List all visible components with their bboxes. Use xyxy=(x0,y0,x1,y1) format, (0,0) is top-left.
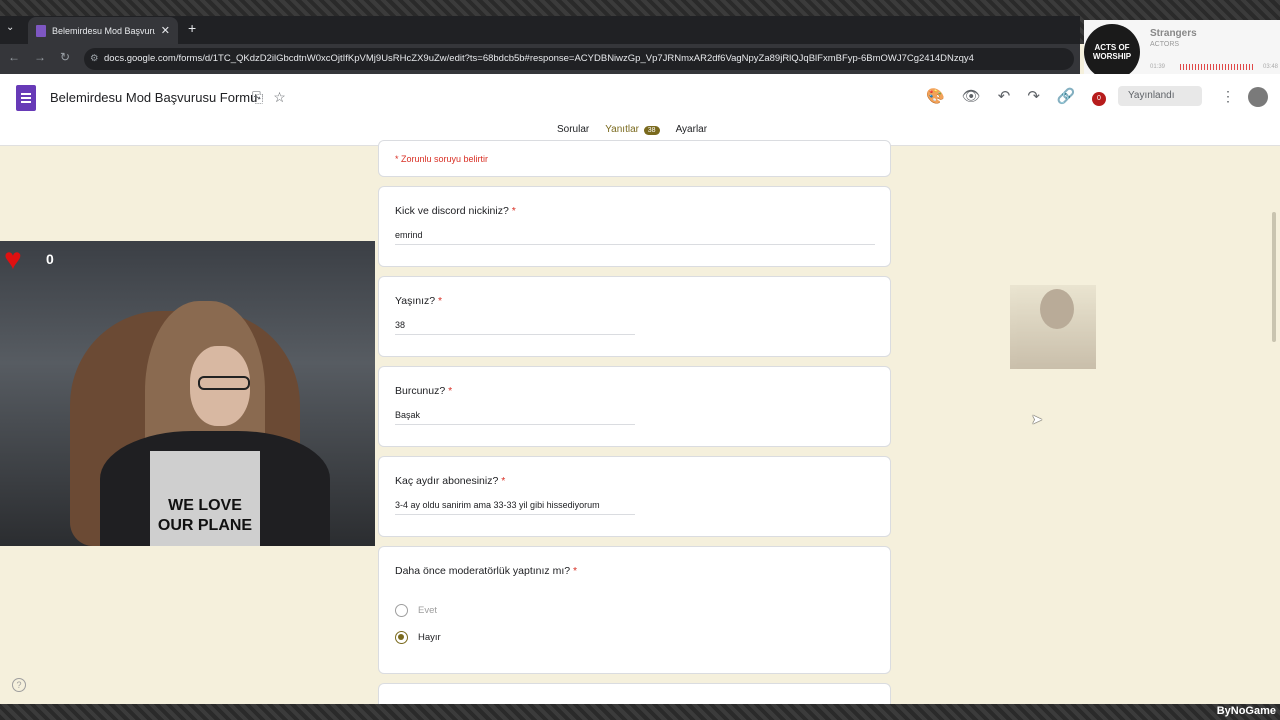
star-icon[interactable]: ☆ xyxy=(273,89,286,106)
question-label: Kaç aydır abonesiniz? * xyxy=(395,475,505,487)
question-label: Yaşınız? * xyxy=(395,295,442,307)
glasses-shape xyxy=(198,376,250,390)
redo-icon[interactable]: ↷ xyxy=(1027,87,1040,105)
question-text: Kaç aydır abonesiniz? xyxy=(395,475,499,487)
more-vert-icon[interactable]: ⋮ xyxy=(1221,88,1235,105)
tab-questions[interactable]: Sorular xyxy=(557,124,589,135)
required-asterisk: * xyxy=(448,385,453,397)
question-card: Burcunuz? * Başak xyxy=(378,366,891,447)
radio-button[interactable] xyxy=(395,604,408,617)
forward-icon[interactable]: → xyxy=(34,50,46,64)
song-artist: ACTORS xyxy=(1150,41,1180,48)
required-note: * Zorunlu soruyu belirtir xyxy=(395,154,489,164)
question-label: Kick ve discord nickiniz? * xyxy=(395,205,516,217)
question-card: Yaşınız? * 38 xyxy=(378,276,891,357)
nav-controls: ← → ↻ xyxy=(8,50,70,64)
radio-label: Evet xyxy=(418,605,438,616)
page-scrollbar[interactable] xyxy=(1272,212,1276,342)
now-playing-overlay: ACTS OF WORSHIP Strangers ACTORS 01:39 0… xyxy=(1084,20,1280,85)
required-asterisk: * xyxy=(573,565,578,577)
tab-responses[interactable]: Yanıtlar 38 xyxy=(605,124,660,135)
reload-icon[interactable]: ↻ xyxy=(60,50,70,64)
time-total: 03:48 xyxy=(1262,64,1278,70)
question-label: Burcunuz? * xyxy=(395,385,452,397)
tab-settings[interactable]: Ayarlar xyxy=(676,124,708,135)
radio-label: Hayır xyxy=(418,632,441,643)
answer-text: Başak xyxy=(395,410,635,425)
undo-icon[interactable]: ↶ xyxy=(998,87,1011,105)
form-title[interactable]: Belemirdesu Mod Başvurusu Formu xyxy=(50,90,257,105)
question-card: Kaç aydır abonesiniz? * 3-4 ay oldu sani… xyxy=(378,456,891,537)
radio-option-evet[interactable]: Evet xyxy=(395,604,437,617)
required-asterisk: * xyxy=(438,295,443,307)
question-label: Daha önce moderatörlük yaptınız mı? * xyxy=(395,565,577,577)
question-card: Kick ve discord nickiniz? * emrind xyxy=(378,186,891,267)
watermark-logo: ByNoGame xyxy=(1216,705,1276,717)
back-icon[interactable]: ← xyxy=(8,50,20,64)
time-elapsed: 01:39 xyxy=(1150,64,1166,70)
collaborator-badge[interactable]: 0 xyxy=(1092,92,1106,106)
published-button[interactable]: Yayınlandı xyxy=(1118,86,1202,106)
browser-tab-title: Belemirdesu Mod Başvurusu Fo xyxy=(52,25,155,36)
site-info-icon[interactable]: ⚙ xyxy=(90,48,99,70)
move-to-folder-icon[interactable]: ⎘ xyxy=(252,89,263,106)
link-icon[interactable]: 🔗 xyxy=(1057,87,1076,105)
form-tabs: Sorular Yanıtlar 38 Ayarlar xyxy=(557,124,707,135)
forms-header xyxy=(0,74,1280,146)
mouse-cursor-icon: ➤ xyxy=(1031,411,1043,427)
answer-text: 3-4 ay oldu sanirim ama 33-33 yil gibi h… xyxy=(395,500,635,515)
responses-count-badge: 38 xyxy=(643,126,660,135)
forms-favicon-icon xyxy=(36,24,46,37)
question-card: Daha önce moderatörlük yaptınız mı? * Ev… xyxy=(378,546,891,674)
tab-close-icon[interactable]: ✕ xyxy=(161,24,170,37)
url-text: docs.google.com/forms/d/1TC_QKdzD2ilGbcd… xyxy=(104,53,974,64)
browser-tab-active[interactable]: Belemirdesu Mod Başvurusu Fo ✕ xyxy=(28,17,178,44)
question-text: Yaşınız? xyxy=(395,295,436,307)
palette-icon[interactable]: 🎨 xyxy=(926,87,945,105)
shirt-text: WE LOVE OUR PLANE xyxy=(157,497,253,534)
title-actions: ⎘ ☆ xyxy=(252,89,286,106)
radio-button-selected[interactable] xyxy=(395,631,408,644)
google-forms-logo-icon[interactable] xyxy=(16,85,36,111)
radio-option-hayir[interactable]: Hayır xyxy=(395,631,441,644)
help-icon[interactable]: ? xyxy=(12,678,26,692)
waveform xyxy=(1180,64,1254,70)
required-asterisk: * xyxy=(501,475,506,487)
toolbar: 🎨 👁 ↶ ↷ 🔗 xyxy=(926,87,1076,105)
avatar[interactable] xyxy=(1248,87,1268,107)
new-tab-icon[interactable]: + xyxy=(188,20,196,36)
tab-search-icon[interactable]: ⌄ xyxy=(6,22,14,33)
stream-bottom-frame xyxy=(0,704,1280,720)
song-title: Strangers xyxy=(1150,28,1197,39)
preview-eye-icon[interactable]: 👁 xyxy=(962,87,981,105)
heart-count: 0 xyxy=(46,251,54,267)
heart-icon: ♥ xyxy=(4,243,22,276)
question-text: Kick ve discord nickiniz? xyxy=(395,205,509,217)
answer-text: 38 xyxy=(395,320,635,335)
url-field[interactable]: ⚙ docs.google.com/forms/d/1TC_QKdzD2ilGb… xyxy=(84,48,1074,70)
answer-text: emrind xyxy=(395,230,875,245)
webcam-overlay: WE LOVE OUR PLANE ♥ 0 xyxy=(0,241,375,546)
question-text: Burcunuz? xyxy=(395,385,446,397)
meme-image xyxy=(1010,285,1096,369)
required-asterisk: * xyxy=(511,205,516,217)
tab-responses-label: Yanıtlar xyxy=(605,124,639,135)
album-cover: ACTS OF WORSHIP xyxy=(1084,24,1140,80)
question-text: Daha önce moderatörlük yaptınız mı? xyxy=(395,565,571,577)
